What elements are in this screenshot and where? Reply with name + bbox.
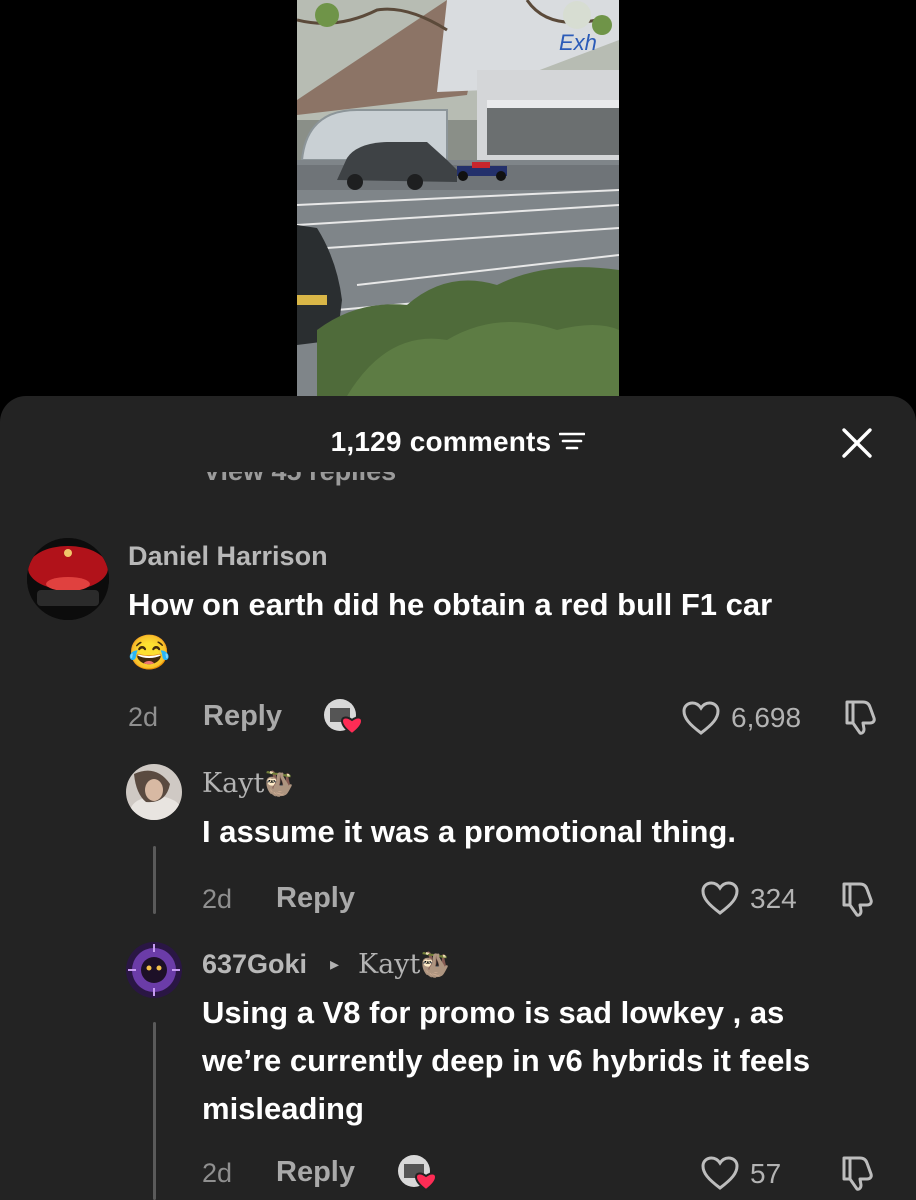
like-count: 57 bbox=[750, 1158, 782, 1189]
comment-text-line: we’re currently deep in v6 hybrids it fe… bbox=[202, 1043, 811, 1078]
comment-time: 2d bbox=[202, 884, 233, 914]
comments-count-title[interactable]: 1,129 comments bbox=[0, 426, 916, 458]
comment-text: How on earth did he obtain a red bull F1… bbox=[128, 581, 888, 678]
avatar[interactable] bbox=[27, 538, 109, 620]
thread-line bbox=[153, 1022, 156, 1200]
reply-button[interactable]: Reply bbox=[203, 700, 282, 733]
comment-text: I assume it was a promotional thing. bbox=[202, 814, 736, 849]
comment-author-name: Kayt bbox=[202, 768, 265, 799]
thumbs-down-icon[interactable] bbox=[838, 878, 878, 923]
reply-button[interactable]: Reply bbox=[276, 882, 355, 915]
comments-header: 1,129 comments bbox=[0, 396, 916, 488]
comment-author[interactable]: Kayt🦥 bbox=[202, 768, 294, 799]
sloth-emoji: 🦥 bbox=[264, 770, 295, 798]
comments-sheet: 1,129 comments View 45 replies bbox=[0, 396, 916, 1200]
comment-author-name: 637Goki bbox=[202, 949, 308, 979]
creator-liked-heart-icon bbox=[322, 696, 366, 736]
comment-text-line: Using a V8 for promo is sad lowkey , as bbox=[202, 995, 785, 1030]
view-replies-link[interactable]: View 45 replies bbox=[203, 472, 396, 494]
thumbs-down-icon[interactable] bbox=[838, 1152, 878, 1197]
sort-lines-icon[interactable] bbox=[559, 426, 586, 458]
comment-author[interactable]: 637Goki bbox=[202, 949, 307, 980]
close-icon[interactable] bbox=[840, 426, 874, 460]
avatar[interactable] bbox=[126, 764, 182, 820]
avatar[interactable] bbox=[126, 942, 182, 998]
comments-count-label: 1,129 comments bbox=[330, 426, 552, 457]
heart-outline-icon[interactable] bbox=[700, 880, 740, 921]
comment-text: Using a V8 for promo is sad lowkey , as … bbox=[202, 989, 902, 1133]
comment-time: 2d bbox=[128, 702, 159, 732]
comment-text-content: How on earth did he obtain a red bull F1… bbox=[128, 587, 773, 622]
sloth-emoji: 🦥 bbox=[420, 951, 451, 979]
reply-to-name: Kayt bbox=[358, 949, 421, 980]
like-count: 6,698 bbox=[731, 702, 802, 733]
comment-author[interactable]: Daniel Harrison bbox=[128, 541, 328, 572]
creator-liked-heart-icon bbox=[396, 1152, 440, 1192]
comment-text-line: misleading bbox=[202, 1091, 364, 1126]
heart-outline-icon[interactable] bbox=[700, 1155, 740, 1196]
thumbs-down-icon[interactable] bbox=[841, 696, 881, 741]
video-frame[interactable]: Exh bbox=[297, 0, 619, 396]
thread-line bbox=[153, 846, 156, 914]
laughing-emoji: 😂 bbox=[128, 634, 171, 672]
reply-to-caret-icon: ▸ bbox=[330, 954, 340, 974]
reply-to-author[interactable]: Kayt🦥 bbox=[358, 949, 450, 980]
reply-button[interactable]: Reply bbox=[276, 1156, 355, 1189]
comment-time: 2d bbox=[202, 1158, 233, 1188]
heart-outline-icon[interactable] bbox=[681, 700, 721, 741]
svg-text:Exh: Exh bbox=[559, 30, 597, 55]
video-player[interactable]: Exh bbox=[0, 0, 916, 420]
like-count: 324 bbox=[750, 883, 797, 914]
